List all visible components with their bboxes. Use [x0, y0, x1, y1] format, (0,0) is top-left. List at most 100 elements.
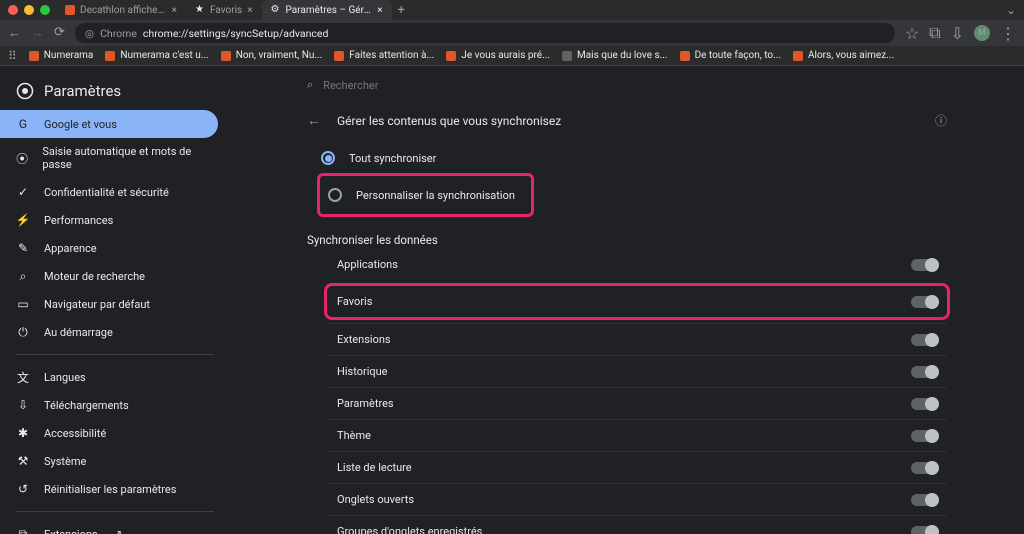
sync-item-row: Groupes d'onglets enregistrés — [327, 515, 947, 534]
sidebar-item-label: Saisie automatique et mots de passe — [42, 145, 202, 171]
sidebar-item[interactable]: G Google et vous — [0, 110, 218, 138]
sync-item-label: Groupes d'onglets enregistrés — [337, 525, 482, 534]
sync-item-row: Paramètres — [327, 387, 947, 419]
sidebar-item[interactable]: ⏻Au démarrage — [0, 318, 218, 346]
radio-sync-custom[interactable]: Personnaliser la synchronisation — [324, 180, 519, 210]
sidebar-item[interactable]: ✱Accessibilité — [0, 419, 218, 447]
search-icon: ⌕ — [307, 78, 313, 92]
bookmark-item[interactable]: Je vous aurais pré... — [446, 50, 550, 61]
search-input[interactable] — [323, 79, 947, 92]
back-button[interactable]: ← — [8, 25, 21, 41]
menu-icon[interactable]: ⋮ — [1000, 24, 1016, 43]
sync-toggle[interactable] — [911, 334, 937, 346]
sync-toggle[interactable] — [911, 494, 937, 506]
bookmark-item[interactable]: Non, vraiment, Nu... — [221, 50, 323, 61]
bookmark-star-icon[interactable]: ☆ — [905, 24, 919, 43]
sidebar-item[interactable]: ⇩Téléchargements — [0, 391, 218, 419]
help-icon[interactable]: ⓘ — [935, 112, 947, 129]
bookmark-favicon-icon — [562, 51, 572, 61]
sync-toggle[interactable] — [911, 366, 937, 378]
sidebar-item[interactable]: ▭ Navigateur par défaut — [0, 290, 218, 318]
sidebar-item-icon: ↺ — [16, 482, 30, 496]
close-tab-icon[interactable]: × — [247, 5, 252, 16]
sync-toggle[interactable] — [911, 526, 937, 534]
reload-button[interactable]: ⟳ — [54, 25, 65, 41]
settings-brand: Paramètres — [0, 76, 230, 110]
bookmark-item[interactable]: Numerama — [29, 50, 94, 61]
bookmark-item[interactable]: Alors, vous aimez... — [793, 50, 894, 61]
bookmark-item[interactable]: Faites attention à... — [334, 50, 434, 61]
tab-favoris[interactable]: ★ Favoris × — [186, 0, 262, 20]
sync-toggle[interactable] — [911, 259, 937, 271]
chrome-label: Chrome — [100, 27, 137, 40]
sidebar-item[interactable]: ⚒Système — [0, 447, 218, 475]
sidebar-item-label: Réinitialiser les paramètres — [44, 483, 176, 496]
sidebar-divider — [16, 511, 214, 512]
sync-toggle[interactable] — [911, 398, 937, 410]
bookmark-label: Je vous aurais pré... — [461, 50, 550, 61]
sync-item-row: Thème — [327, 419, 947, 451]
sync-item-label: Onglets ouverts — [337, 493, 414, 506]
download-icon[interactable]: ⇩ — [951, 24, 964, 43]
close-tab-icon[interactable]: × — [377, 5, 382, 16]
sidebar-item-label: Confidentialité et sécurité — [44, 186, 169, 199]
minimize-window-button[interactable] — [24, 5, 34, 15]
sidebar-item-label: Google et vous — [44, 118, 117, 131]
bookmark-label: Mais que du love s... — [577, 50, 668, 61]
sidebar-item-label: Navigateur par défaut — [44, 298, 150, 311]
sync-item-label: Applications — [337, 258, 398, 271]
sidebar-item-label: Au démarrage — [44, 326, 113, 339]
page-title: Gérer les contenus que vous synchronisez — [337, 114, 919, 128]
brand-text: Paramètres — [44, 82, 121, 100]
sidebar-item-label: Langues — [44, 371, 86, 384]
radio-sync-all[interactable]: Tout synchroniser — [317, 143, 947, 173]
close-window-button[interactable] — [8, 5, 18, 15]
bookmark-item[interactable]: Mais que du love s... — [562, 50, 668, 61]
sidebar-item[interactable]: ✎Apparence — [0, 234, 218, 262]
sidebar-item-label: Performances — [44, 214, 113, 227]
sync-toggle[interactable] — [911, 430, 937, 442]
toolbar-icons: ☆ ⧉ ⇩ M ⋮ — [905, 23, 1016, 43]
bookmark-favicon-icon — [793, 51, 803, 61]
sidebar-item[interactable]: ⦿Saisie automatique et mots de passe — [0, 138, 218, 178]
new-tab-button[interactable]: + — [398, 3, 405, 18]
forward-button[interactable]: → — [31, 25, 44, 41]
tab-decathlon[interactable]: Decathlon affiche 500 € de ré... × — [56, 0, 186, 20]
sync-item-row: Extensions — [327, 323, 947, 355]
sidebar-item[interactable]: ⧉Extensions↗ — [0, 520, 218, 534]
chrome-icon: ◎ — [85, 27, 94, 40]
close-tab-icon[interactable]: × — [172, 5, 177, 16]
highlight-annotation: Personnaliser la synchronisation — [317, 173, 534, 217]
bookmark-label: Non, vraiment, Nu... — [236, 50, 323, 61]
settings-search[interactable]: ⌕ — [307, 66, 947, 100]
sidebar-item[interactable]: ⌕Moteur de recherche — [0, 262, 218, 290]
sync-toggle[interactable] — [911, 296, 937, 308]
sync-toggle[interactable] — [911, 462, 937, 474]
sidebar-item[interactable]: 文Langues — [0, 363, 218, 391]
bookmark-label: De toute façon, to... — [695, 50, 781, 61]
bookmark-label: Numerama c'est u... — [120, 50, 208, 61]
sync-item-label: Favoris — [337, 295, 372, 308]
sync-item-row: Applications — [327, 249, 947, 280]
bookmark-label: Faites attention à... — [349, 50, 434, 61]
sidebar-item-icon: G — [16, 117, 30, 131]
sidebar-item-icon: ✎ — [16, 241, 30, 255]
sidebar-item[interactable]: ✓Confidentialité et sécurité — [0, 178, 218, 206]
address-bar[interactable]: ◎ Chrome chrome://settings/syncSetup/adv… — [75, 23, 895, 43]
sidebar-item[interactable]: ⚡Performances — [0, 206, 218, 234]
bookmark-favicon-icon — [221, 51, 231, 61]
expand-window-icon[interactable]: ⌄ — [1006, 3, 1016, 17]
bookmark-item[interactable]: De toute façon, to... — [680, 50, 781, 61]
sidebar-item-icon: ▭ — [16, 297, 30, 311]
sidebar-item[interactable]: ↺ Réinitialiser les paramètres — [0, 475, 218, 503]
extensions-icon[interactable]: ⧉ — [929, 23, 940, 43]
tab-settings[interactable]: ⚙ Paramètres – Gérer les conte × — [262, 0, 392, 20]
back-arrow-icon[interactable]: ← — [307, 112, 321, 129]
bookmark-item[interactable]: Numerama c'est u... — [105, 50, 208, 61]
maximize-window-button[interactable] — [40, 5, 50, 15]
bookmark-favicon-icon — [29, 51, 39, 61]
chrome-logo-icon — [16, 82, 34, 100]
profile-avatar[interactable]: M — [974, 25, 990, 41]
apps-grid-icon[interactable]: ⠿ — [8, 49, 17, 63]
sync-item-row: Onglets ouverts — [327, 483, 947, 515]
